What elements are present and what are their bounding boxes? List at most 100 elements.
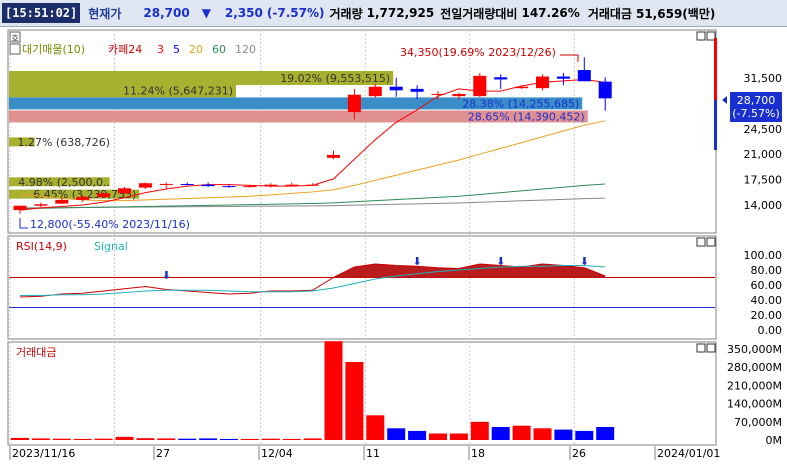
rsi-tick-label: 80.00 [751, 264, 783, 277]
price-tick-label: 14,000 [744, 199, 783, 212]
quote-time: [15:51:02] [2, 3, 81, 23]
x-tick-label: 12/04 [261, 447, 293, 460]
legend-ma5: 5 [173, 43, 180, 56]
price-tick-label: 31,500 [744, 72, 783, 85]
x-tick-label: 27 [156, 447, 170, 460]
candle-body [97, 193, 111, 198]
volume-bar [157, 438, 176, 440]
price-label: 현재가 [88, 6, 122, 21]
volume-bar [575, 430, 594, 440]
prev-ratio-label: 전일거래량대비 [440, 6, 518, 21]
supply-bar-label: 28.38% (14,255,685) [462, 97, 579, 110]
maximize-icon[interactable] [696, 343, 706, 353]
candle-body [243, 186, 257, 188]
rsi-tick-label: 0.00 [758, 324, 783, 337]
min-price-annotation: 12,800(-55.40% 2023/11/16) [30, 218, 190, 231]
supply-bar-label: 11.24% (5,647,231) [123, 84, 233, 97]
candle-body [368, 86, 382, 97]
candle-body [159, 183, 173, 185]
supply-bar-label: 28.65% (14,390,452) [468, 110, 585, 123]
price-range-bar-down [714, 100, 717, 150]
volume-tick-label: 0M [766, 434, 783, 447]
volume-bar [324, 341, 343, 440]
price-change: 2,350 [224, 6, 263, 20]
candle-body [389, 86, 403, 91]
prev-ratio-value: 147.26% [521, 6, 580, 20]
candle-body [76, 197, 90, 200]
volume-bar [115, 436, 134, 440]
volume-bar [282, 438, 301, 440]
candle-body [431, 93, 445, 95]
candle-body [473, 75, 487, 97]
volume-label: 거래량 [329, 6, 363, 21]
candle-body [264, 184, 278, 187]
candle-body [285, 184, 299, 186]
volume-bar [345, 362, 364, 440]
legend-supply: 대기매물(10) [22, 43, 85, 56]
volume-bar [512, 425, 531, 440]
current-price-pct: (-7.57%) [732, 107, 780, 120]
down-arrow-icon: ▼ [201, 6, 211, 20]
legend-signal: Signal [94, 240, 128, 253]
amount-label: 거래대금 [587, 6, 632, 21]
x-tick-label: 18 [471, 447, 485, 460]
close-icon[interactable] [706, 343, 716, 353]
legend-ma3: 3 [157, 43, 164, 56]
volume-tick-label: 280,000M [727, 361, 782, 374]
maximize-icon[interactable] [696, 31, 706, 41]
volume-bar [261, 438, 280, 440]
collapse-icon-glyph: 호 [11, 34, 18, 43]
candle-body [138, 183, 152, 188]
volume-bar [470, 421, 489, 440]
amount-value: 51,659(백만) [635, 6, 716, 21]
signal-arrow-icon: ⬇ [496, 255, 505, 268]
candle-body [34, 204, 48, 206]
maximize-icon[interactable] [696, 237, 706, 247]
close-icon[interactable] [706, 237, 716, 247]
volume-tick-label: 140,000M [727, 398, 782, 411]
candle-body [494, 77, 508, 80]
price-tick-label: 21,000 [744, 148, 783, 161]
candle-body [306, 184, 320, 186]
volume-bar [31, 438, 50, 440]
candle-body [13, 205, 27, 211]
signal-arrow-icon: ⬇ [162, 269, 171, 282]
volume-bar [73, 438, 92, 440]
candle-body [452, 93, 466, 97]
supply-bar-label: 4.98% (2,500,0.. [18, 176, 110, 189]
volume-legend: 거래대금 [16, 346, 56, 359]
toggle-icon[interactable] [9, 43, 21, 55]
price-change-pct: (-7.57%) [266, 6, 325, 20]
candle-body [598, 81, 612, 99]
volume-bar [136, 438, 155, 440]
current-price-pointer-icon [722, 96, 727, 104]
x-tick-label: 11 [366, 447, 380, 460]
volume-bar [429, 433, 447, 440]
signal-arrow-icon: ⬇ [412, 255, 421, 268]
legend-ma120: 120 [235, 43, 256, 56]
volume-bar [408, 430, 427, 440]
rsi-tick-label: 60.00 [751, 279, 783, 292]
x-tick-label: 2024/01/01 [657, 447, 720, 460]
volume-bar [178, 438, 197, 440]
candle-body [556, 76, 570, 79]
volume-bar [94, 438, 113, 440]
candle-body [347, 94, 361, 113]
volume-bar [220, 438, 238, 440]
volume-tick-label: 210,000M [727, 379, 782, 392]
close-icon[interactable] [706, 31, 716, 41]
volume-bar [303, 438, 322, 440]
quote-header: [15:51:02] 현재가 28,700 ▼ 2,350 (-7.57%) 거… [0, 0, 787, 27]
candle-body [327, 154, 340, 158]
candle-body [222, 186, 236, 188]
volume-bar [387, 428, 406, 440]
candle-body [536, 76, 549, 89]
candle-body [201, 184, 215, 187]
candle-body [55, 199, 69, 204]
legend-stock: 카페24 [108, 43, 142, 56]
legend-rsi: RSI(14,9) [16, 240, 67, 253]
volume-bar [240, 438, 259, 440]
candle-body [180, 183, 194, 185]
y-axes: 31,50028,00024,50021,00017,50014,000100.… [727, 72, 782, 447]
supply-bar-label: 19.02% (9,553,515) [280, 72, 390, 85]
